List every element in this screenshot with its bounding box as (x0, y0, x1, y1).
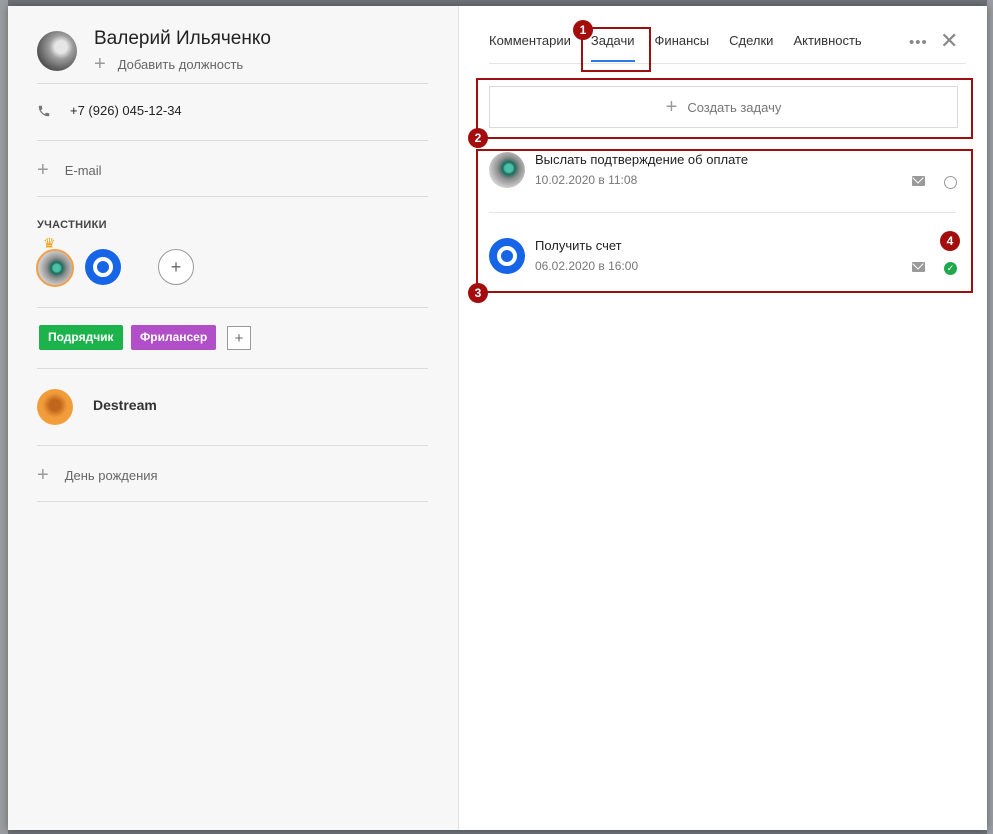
activity-pane: Комментарии Задачи Финансы Сделки Активн… (459, 6, 987, 830)
tab-finances[interactable]: Финансы (655, 33, 710, 62)
plus-icon: + (37, 464, 49, 486)
plus-icon: + (37, 159, 49, 181)
task-title[interactable]: Получить счет (535, 238, 622, 253)
background-app-left-edge (0, 0, 8, 834)
tab-comments[interactable]: Комментарии (489, 33, 571, 62)
task-assignee-avatar (489, 152, 525, 188)
close-icon[interactable]: ✕ (940, 30, 958, 52)
phone-row[interactable]: +7 (926) 045-12-34 (37, 103, 182, 118)
add-tag-button[interactable]: + (227, 326, 251, 350)
annotation-badge-4: 4 (940, 231, 960, 251)
participant-avatar[interactable] (85, 249, 121, 285)
background-app-right-edge (987, 0, 993, 834)
task-title[interactable]: Выслать подтверждение об оплате (535, 152, 748, 167)
task-date: 06.02.2020 в 16:00 (535, 259, 639, 273)
contact-card-modal: Валерий Ильяченко + Добавить должность +… (8, 6, 987, 830)
mail-icon[interactable] (912, 262, 925, 272)
create-task-label: Создать задачу (687, 99, 782, 115)
tag-freelancer[interactable]: Фрилансер (131, 325, 217, 350)
company-logo[interactable] (37, 389, 73, 425)
tab-bar: Комментарии Задачи Финансы Сделки Активн… (489, 33, 882, 62)
annotation-badge-1: 1 (573, 20, 593, 40)
tab-activity[interactable]: Активность (793, 33, 861, 62)
add-birthday-button[interactable]: + День рождения (37, 465, 158, 485)
divider (37, 501, 428, 502)
plus-icon: + (94, 53, 106, 75)
add-position-button[interactable]: + Добавить должность (94, 54, 243, 74)
annotation-badge-3: 3 (468, 283, 488, 303)
divider (37, 140, 428, 141)
contact-info-pane: Валерий Ильяченко + Добавить должность +… (8, 6, 459, 830)
plus-icon: + (665, 96, 678, 118)
add-email-label: E-mail (64, 162, 102, 178)
divider (37, 83, 428, 84)
annotation-badge-2: 2 (468, 128, 488, 148)
add-email-button[interactable]: + E-mail (37, 160, 102, 180)
create-task-button[interactable]: + Создать задачу (489, 86, 958, 128)
tag-contractor[interactable]: Подрядчик (39, 325, 123, 350)
tab-deals[interactable]: Сделки (729, 33, 773, 62)
participant-avatar-owner[interactable] (36, 249, 74, 287)
participants-title: УЧАСТНИКИ (37, 219, 107, 231)
tabs-divider (489, 63, 966, 64)
add-participant-button[interactable]: + (158, 249, 194, 285)
task-assignee-avatar (489, 238, 525, 274)
divider (37, 196, 428, 197)
contact-name[interactable]: Валерий Ильяченко (94, 28, 271, 50)
task-divider (489, 212, 956, 213)
plus-icon: + (170, 256, 182, 277)
task-date: 10.02.2020 в 11:08 (535, 173, 638, 187)
divider (37, 368, 428, 369)
divider (37, 445, 428, 446)
divider (37, 307, 428, 308)
more-icon[interactable]: ••• (909, 34, 928, 51)
add-position-label: Добавить должность (117, 56, 244, 72)
mail-icon[interactable] (912, 176, 925, 186)
tab-tasks[interactable]: Задачи (590, 33, 635, 62)
company-name[interactable]: Destream (93, 397, 157, 413)
contact-avatar[interactable] (37, 31, 77, 71)
task-item[interactable]: Получить счет 06.02.2020 в 16:00 ✓ (489, 238, 959, 288)
phone-number: +7 (926) 045-12-34 (70, 103, 182, 118)
plus-icon: + (234, 329, 244, 347)
phone-icon (38, 105, 50, 116)
task-item[interactable]: Выслать подтверждение об оплате 10.02.20… (489, 152, 959, 202)
add-birthday-label: День рождения (64, 467, 158, 483)
task-status-done-icon[interactable]: ✓ (944, 262, 957, 275)
task-status-open-icon[interactable] (944, 176, 957, 189)
